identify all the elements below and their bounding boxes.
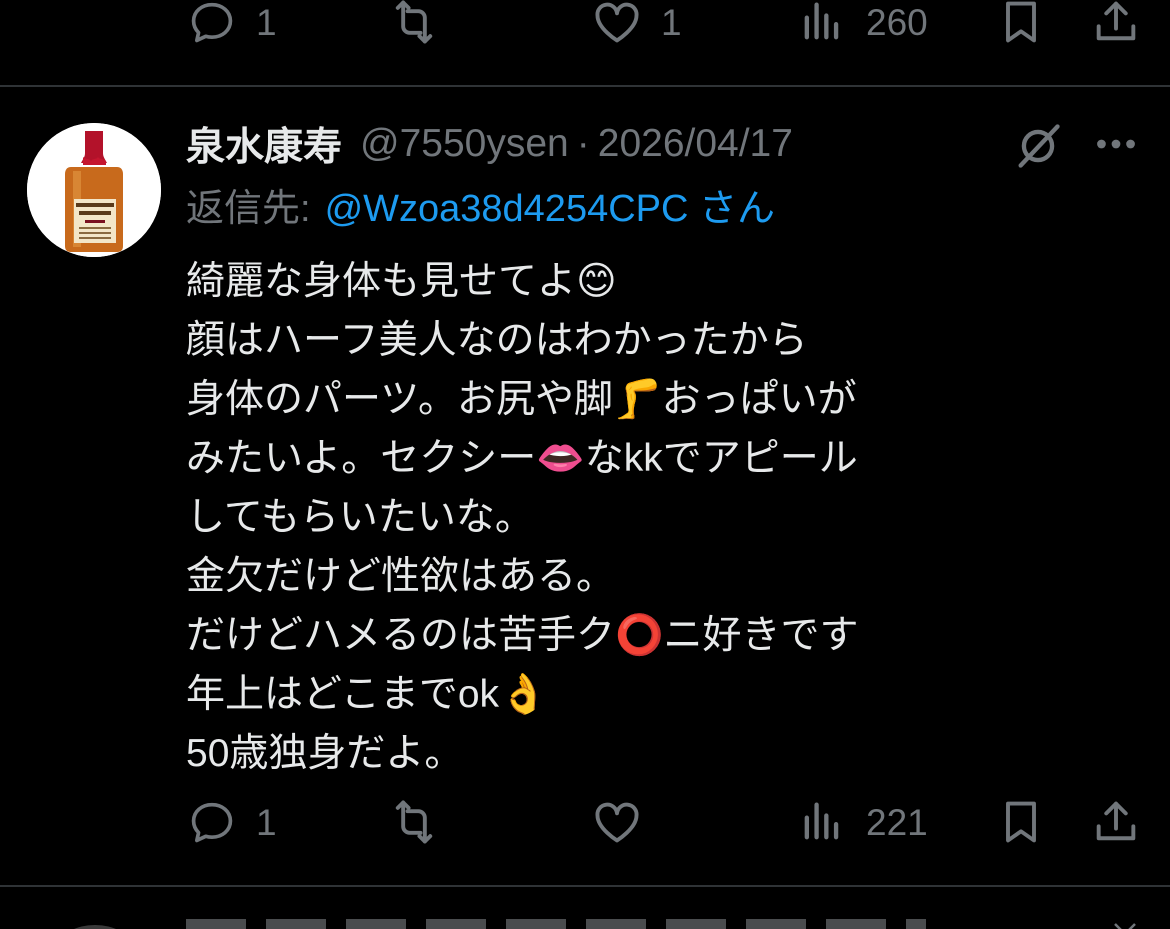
share-button[interactable] (1090, 792, 1142, 852)
post-body-line: 年上はどこまでok👌 (186, 673, 548, 716)
post-divider-top (0, 85, 1170, 87)
heart-icon (595, 802, 639, 843)
bookmark-icon (1006, 1, 1036, 43)
repost-button[interactable] (388, 0, 458, 52)
post-action-bar: 1 221 (0, 792, 1170, 852)
post-date[interactable]: 2026/04/17 (598, 122, 793, 166)
share-button[interactable] (1090, 0, 1142, 52)
grok-slash-icon[interactable] (1012, 120, 1064, 172)
reply-count: 1 (256, 801, 277, 843)
next-post-avatar[interactable] (60, 925, 130, 929)
separator-dot: · (576, 122, 590, 165)
reply-target-link[interactable]: @Wzoa38d4254CPC さん (325, 177, 775, 232)
share-upload-icon (1096, 1, 1136, 41)
reply-to-line: 返信先: @Wzoa38d4254CPC さん (186, 178, 775, 230)
repost-arrows-icon (395, 800, 433, 844)
like-button[interactable]: 1 (591, 0, 682, 52)
post-body-line: 50歳独身だよ。 (186, 732, 464, 775)
speech-bubble-icon (191, 2, 233, 43)
heart-icon (595, 2, 639, 43)
bookmark-icon (1006, 801, 1036, 843)
view-count: 260 (866, 1, 928, 43)
share-upload-icon (1096, 801, 1136, 841)
post-body: 綺麗な身体も見せてよ😊 顔はハーフ美人なのはわかったから 身体のパーツ。お尻や脚… (186, 252, 1146, 783)
post-body-line: みたいよ。セクシー👄なkkでアピール (186, 437, 858, 480)
next-post-header-cropped (186, 919, 926, 929)
post-header: 泉水康寿 @7550ysen · 2026/04/17 (186, 118, 793, 170)
view-count: 221 (866, 801, 928, 843)
bookmark-button[interactable] (995, 792, 1047, 852)
repost-arrows-icon (395, 0, 433, 44)
post-body-line: 身体のパーツ。お尻や脚🦵おっぱいが (186, 378, 857, 421)
post-body-line: してもらいたいな。 (186, 496, 534, 539)
next-post-partial[interactable] (0, 905, 1170, 929)
previous-post-action-bar: 1 1 260 (0, 0, 1170, 52)
like-count: 1 (661, 1, 682, 43)
display-name[interactable]: 泉水康寿 (186, 116, 342, 172)
post-divider-bottom (0, 885, 1170, 887)
post-body-line: 金欠だけど性欲はある。 (186, 555, 616, 598)
post-body-line: 顔はハーフ美人なのはわかったから (186, 319, 808, 362)
whisky-bottle-avatar (27, 123, 161, 257)
user-handle[interactable]: @7550ysen (360, 122, 569, 166)
more-dots-icon[interactable] (1094, 124, 1138, 164)
reply-prefix: 返信先: (186, 187, 311, 230)
reply-button[interactable]: 1 (186, 0, 277, 52)
reply-button[interactable]: 1 (186, 792, 277, 852)
bar-chart-icon (804, 802, 839, 840)
reply-count: 1 (256, 1, 277, 43)
post-body-line: だけどハメるのは苦手ク⭕️ニ好きです (186, 614, 859, 657)
repost-button[interactable] (388, 792, 458, 852)
avatar[interactable] (27, 123, 161, 257)
bar-chart-icon (804, 2, 839, 40)
bookmark-button[interactable] (995, 0, 1047, 52)
views-button[interactable]: 221 (796, 792, 928, 852)
close-icon[interactable] (1108, 919, 1142, 929)
like-button[interactable] (591, 792, 661, 852)
speech-bubble-icon (191, 802, 233, 843)
views-button[interactable]: 260 (796, 0, 928, 52)
post-body-line: 綺麗な身体も見せてよ😊 (186, 260, 617, 303)
